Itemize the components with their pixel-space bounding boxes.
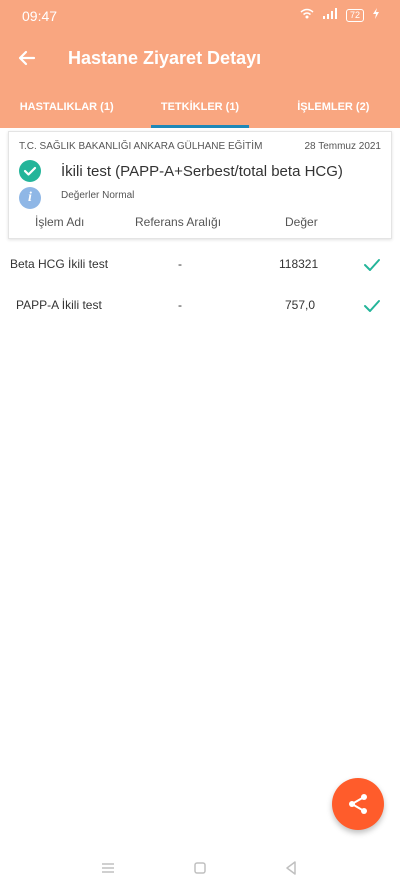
tab-procedures[interactable]: İŞLEMLER (2)	[267, 93, 400, 128]
share-button[interactable]	[332, 778, 384, 830]
check-icon	[364, 259, 380, 271]
status-time: 09:47	[22, 8, 58, 24]
system-nav-bar	[0, 848, 400, 888]
status-bar: 09:47 72	[0, 0, 400, 33]
result-row: Beta HCG İkili test - 118321	[0, 249, 400, 279]
battery-icon: 72	[345, 8, 364, 22]
status-text: Değerler Normal	[61, 190, 135, 201]
visit-date: 28 Temmuz 2021	[304, 141, 381, 152]
info-icon: i	[19, 187, 41, 209]
back-button[interactable]	[14, 45, 40, 71]
back-nav-icon[interactable]	[281, 858, 301, 878]
charging-icon	[372, 8, 380, 22]
page-title: Hastane Ziyaret Detayı	[68, 48, 262, 68]
tab-tests[interactable]: TETKİKLER (1)	[133, 93, 266, 128]
test-card[interactable]: T.C. SAĞLIK BAKANLIĞI ANKARA GÜLHANE EĞİ…	[8, 131, 392, 239]
tab-diseases[interactable]: HASTALIKLAR (1)	[0, 93, 133, 128]
result-row: PAPP-A İkili test - 757,0	[0, 290, 400, 320]
result-reference: -	[178, 298, 182, 312]
check-circle-icon	[19, 160, 41, 182]
arrow-left-icon	[18, 50, 36, 66]
status-icons: 72	[300, 8, 380, 22]
home-nav-icon[interactable]	[190, 858, 210, 878]
test-name: İkili test (PAPP-A+Serbest/total beta HC…	[61, 163, 343, 180]
header-reference: Referans Aralığı	[135, 215, 222, 229]
institution-name: T.C. SAĞLIK BAKANLIĞI ANKARA GÜLHANE EĞİ…	[19, 141, 263, 152]
wifi-icon	[300, 8, 314, 22]
result-name: PAPP-A İkili test	[16, 298, 102, 312]
result-name: Beta HCG İkili test	[10, 257, 109, 271]
menu-nav-icon[interactable]	[98, 858, 118, 878]
header-value: Değer	[285, 215, 318, 229]
app-bar: Hastane Ziyaret Detayı HASTALIKLAR (1) T…	[0, 33, 400, 128]
result-value: 118321	[279, 257, 319, 271]
signal-icon	[322, 8, 338, 22]
tab-bar: HASTALIKLAR (1) TETKİKLER (1) İŞLEMLER (…	[0, 93, 400, 128]
share-icon	[349, 794, 367, 814]
result-value: 757,0	[285, 298, 316, 312]
check-icon	[364, 300, 380, 312]
result-reference: -	[178, 257, 182, 271]
header-name: İşlem Adı	[35, 215, 85, 229]
